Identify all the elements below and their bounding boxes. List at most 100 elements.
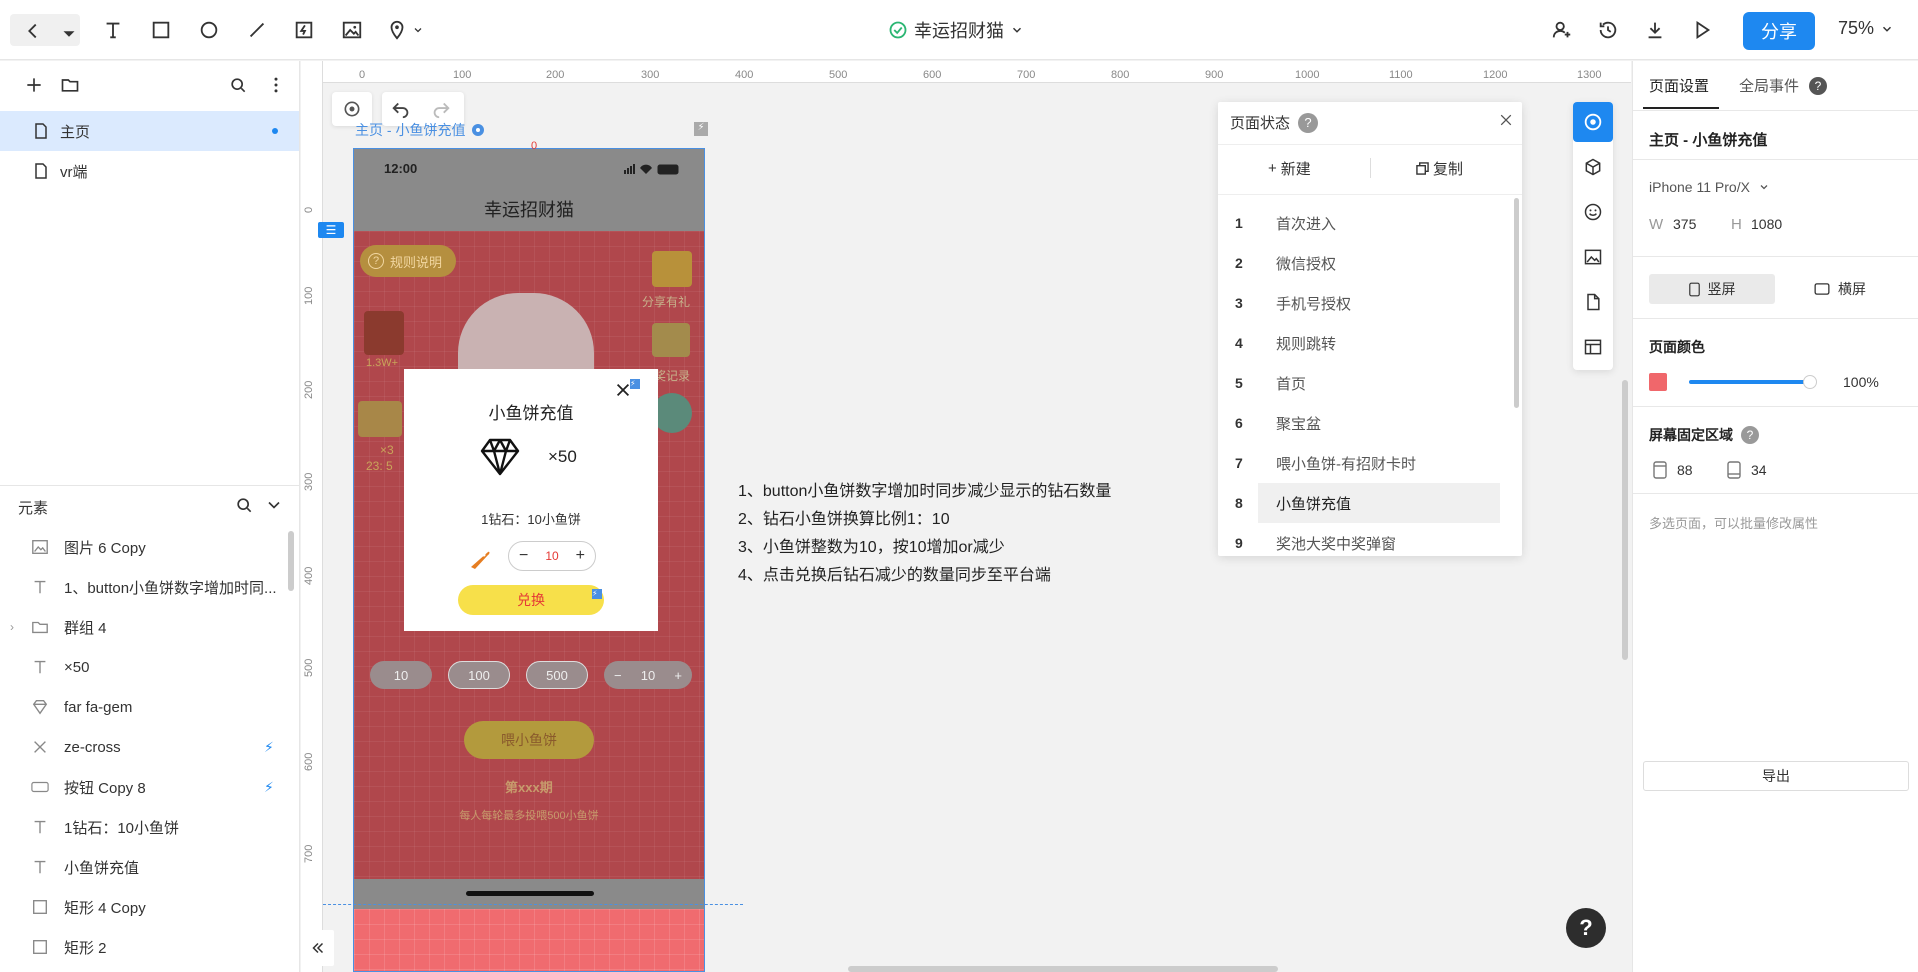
ellipse-tool-button[interactable] (193, 14, 225, 46)
minus-icon[interactable]: − (519, 547, 528, 565)
rectangle-tool-button[interactable] (145, 14, 177, 46)
collapse-layers-button[interactable] (264, 495, 284, 515)
text-tool-button[interactable] (97, 14, 129, 46)
fixed-top-value[interactable]: 88 (1677, 462, 1693, 478)
component-tool[interactable] (1573, 147, 1613, 187)
help-icon[interactable]: ? (1298, 112, 1319, 133)
tab-page-settings[interactable]: 页面设置 (1649, 75, 1709, 96)
state-row-selected[interactable]: 8 小鱼饼充值 (1218, 483, 1508, 523)
state-row[interactable]: 1 首次进入 (1218, 203, 1508, 243)
layout-tool[interactable] (1573, 327, 1613, 367)
add-collaborator-button[interactable] (1546, 14, 1578, 46)
layer-item[interactable]: ze-cross ⚡ (0, 727, 290, 767)
layer-item[interactable]: › 群组 4 (0, 607, 290, 647)
emoji-tool[interactable] (1573, 192, 1613, 232)
height-value[interactable]: 1080 (1751, 216, 1782, 232)
frame-label[interactable]: 主页 - 小鱼饼充值 (355, 120, 485, 140)
layer-item[interactable]: 1钻石：10小鱼饼 (0, 807, 290, 847)
document-title-dropdown[interactable]: 幸运招财猫 (888, 18, 1024, 42)
document-tool[interactable] (1573, 282, 1613, 322)
location-tool-button[interactable] (384, 14, 428, 46)
chip-10[interactable]: 10 (370, 661, 432, 689)
preview-button[interactable] (1686, 14, 1718, 46)
double-chevron-left-icon (312, 942, 324, 954)
help-icon[interactable]: ? (1741, 426, 1759, 444)
state-row[interactable]: 9 奖池大奖中奖弹窗 (1218, 523, 1508, 556)
state-row[interactable]: 3 手机号授权 (1218, 283, 1508, 323)
layer-item[interactable]: 按钮 Copy 8 ⚡ (0, 767, 290, 807)
ruler-left: 0 100 200 300 400 500 600 700 800 (301, 61, 323, 972)
record-label: 奖记录 (654, 369, 691, 383)
record-icon[interactable] (652, 323, 690, 357)
state-row[interactable]: 7 喂小鱼饼-有招财卡时 (1218, 443, 1508, 483)
state-label: 喂小鱼饼-有招财卡时 (1276, 455, 1416, 473)
device-dropdown[interactable]: iPhone 11 Pro/X (1649, 179, 1770, 195)
opacity-slider-handle[interactable] (1803, 375, 1817, 389)
search-pages-button[interactable] (228, 75, 248, 95)
hotspot-tool-button[interactable] (288, 14, 320, 46)
back-menu-button[interactable] (10, 14, 80, 46)
fixed-bottom-value[interactable]: 34 (1751, 462, 1767, 478)
export-button[interactable]: 导出 (1643, 761, 1909, 791)
state-row[interactable]: 5 首页 (1218, 363, 1508, 403)
state-row[interactable]: 2 微信授权 (1218, 243, 1508, 283)
more-options-button[interactable] (266, 75, 286, 95)
history-button[interactable] (1592, 14, 1624, 46)
new-state-button[interactable]: + 新建 (1268, 158, 1311, 179)
line-tool-button[interactable] (241, 14, 273, 46)
search-icon (237, 498, 252, 513)
state-row[interactable]: 4 规则跳转 (1218, 323, 1508, 363)
right-panel: 页面设置 全局事件 ? 主页 - 小鱼饼充值 iPhone 11 Pro/X W… (1632, 61, 1918, 972)
portrait-button[interactable]: 竖屏 (1649, 274, 1775, 304)
help-icon[interactable]: ? (1809, 76, 1828, 95)
cube-icon (1585, 158, 1601, 176)
add-folder-button[interactable] (60, 75, 80, 95)
add-page-button[interactable] (24, 75, 44, 95)
chip-500[interactable]: 500 (526, 661, 588, 689)
image-tool-button[interactable] (336, 14, 368, 46)
minus-icon[interactable]: − (614, 668, 622, 683)
copy-state-button[interactable]: 复制 (1416, 158, 1463, 179)
zoom-dropdown[interactable]: 75% (1838, 18, 1894, 39)
layer-item[interactable]: 矩形 2 (0, 927, 290, 967)
exchange-button[interactable]: 兑换 (458, 585, 604, 615)
plus-icon[interactable]: + (576, 547, 585, 565)
download-button[interactable] (1639, 14, 1671, 46)
phone-stepper[interactable]: − 10 + (604, 661, 692, 689)
layer-item[interactable]: far fa-gem (0, 687, 290, 727)
page-settings-tool[interactable] (1573, 102, 1613, 142)
layer-item[interactable]: 图片 6 Copy (0, 527, 290, 567)
plus-icon[interactable]: + (674, 668, 682, 683)
chip-100[interactable]: 100 (448, 661, 510, 689)
gift-box-icon[interactable] (652, 251, 692, 287)
undo-button[interactable] (390, 98, 412, 120)
layer-item[interactable]: 1、button小鱼饼数字增加时同... (0, 567, 290, 607)
tab-global-events[interactable]: 全局事件 ? (1739, 75, 1828, 96)
page-color-swatch[interactable] (1649, 373, 1667, 391)
canvas-horizontal-scrollbar[interactable] (848, 966, 1278, 972)
lightning-icon: ⚡ (264, 778, 274, 795)
menu-marker-icon[interactable]: ☰ (318, 222, 344, 238)
layer-item[interactable]: ×50 (0, 647, 290, 687)
close-button[interactable] (1498, 112, 1514, 128)
layer-item[interactable]: 小鱼饼充值 (0, 847, 290, 887)
layer-item[interactable]: 矩形 4 Copy (0, 887, 290, 927)
help-button[interactable]: ? (1566, 908, 1606, 948)
opacity-slider-track[interactable] (1689, 380, 1811, 384)
feed-fish-button[interactable]: 喂小鱼饼 (464, 721, 594, 759)
canvas-vertical-scrollbar[interactable] (1622, 380, 1628, 660)
rules-button[interactable]: ? 规则说明 (360, 245, 456, 277)
landscape-button[interactable]: 横屏 (1777, 274, 1903, 304)
collapse-panel-button[interactable] (302, 930, 334, 966)
redo-button[interactable] (430, 98, 452, 120)
page-item-home[interactable]: 主页 (0, 111, 299, 151)
share-button[interactable]: 分享 (1743, 12, 1815, 50)
state-row[interactable]: 6 聚宝盆 (1218, 403, 1508, 443)
state-scrollbar[interactable] (1514, 198, 1519, 408)
page-item-vr[interactable]: vr端 (0, 151, 299, 191)
expand-chevron-icon[interactable]: › (10, 620, 14, 634)
width-value[interactable]: 375 (1673, 216, 1696, 232)
search-layers-button[interactable] (234, 495, 254, 515)
modal-stepper[interactable]: − 10 + (508, 541, 596, 571)
image-library-tool[interactable] (1573, 237, 1613, 277)
